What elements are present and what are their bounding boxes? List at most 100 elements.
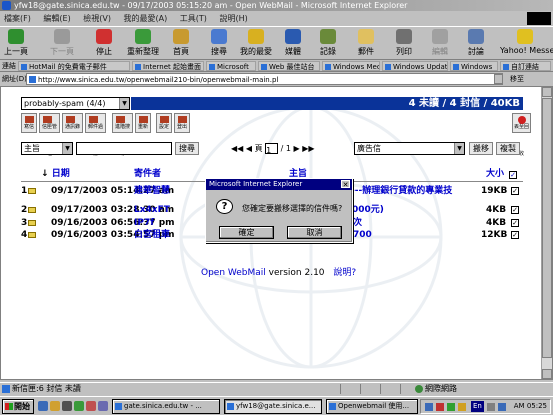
scroll-up-icon[interactable] (542, 87, 552, 97)
sender-column-header[interactable]: 寄件者 (134, 168, 161, 180)
menu-view[interactable]: 檢視(V) (83, 14, 111, 23)
yahoo-messenger-button[interactable]: Yahoo! Messenger (500, 29, 553, 59)
task-yfw18[interactable]: yfw18@gate.sinica.e... (224, 399, 322, 414)
go-button[interactable]: 移至 (510, 73, 524, 85)
move-button[interactable]: 搬移 (469, 142, 493, 155)
link-best-sites[interactable]: Web 最佳站台 (258, 61, 320, 71)
quicklaunch-desktop-icon[interactable] (62, 401, 72, 411)
stop-button[interactable]: 停止 (96, 29, 112, 59)
chevron-down-icon: ▼ (119, 98, 129, 109)
link-hotmail[interactable]: HotMail 的免費電子郵件 (18, 61, 130, 71)
address-input[interactable]: http://www.sinica.edu.tw/openwebmail210-… (26, 73, 503, 85)
forward-button[interactable]: 下一頁 (50, 29, 74, 59)
address-dropdown-button[interactable] (494, 74, 503, 84)
status-bar: 新信匣:6 封信 未讀 網際網路 (0, 382, 553, 394)
back-button[interactable]: 上一頁 (4, 29, 28, 59)
menu-help[interactable]: 說明(H) (219, 14, 247, 23)
first-page-icon[interactable]: ◀◀ (231, 144, 243, 153)
tray-icon[interactable] (458, 403, 466, 411)
mail-button[interactable]: 郵件 (358, 29, 374, 59)
favorites-button[interactable]: 我的最愛 (240, 29, 272, 59)
trash-button[interactable]: 丟至回收 (512, 113, 531, 157)
discuss-button[interactable]: 討論 (468, 29, 484, 59)
addressbook-button[interactable]: 通訊錄 (62, 113, 83, 133)
row-checkbox[interactable]: ✓ (511, 206, 519, 214)
link-ie-start[interactable]: Internet 起始畫面 (132, 61, 204, 71)
scroll-down-icon[interactable] (542, 369, 552, 379)
envelope-icon (28, 220, 36, 226)
language-indicator[interactable]: En (471, 401, 484, 412)
ok-button[interactable]: 確定 (219, 226, 274, 239)
menu-file[interactable]: 檔案(F) (4, 14, 31, 23)
search-button[interactable]: 搜尋 (211, 29, 227, 59)
link-microsoft[interactable]: Microsoft (206, 61, 256, 71)
history-button[interactable]: 記錄 (320, 29, 336, 59)
refresh-mail-button[interactable]: 重新 (135, 113, 151, 133)
folder-select[interactable]: probably-spam (4/4) ▼ (21, 97, 130, 110)
quicklaunch-ie-icon[interactable] (38, 401, 48, 411)
start-button[interactable]: 開始 (2, 399, 34, 414)
media-button[interactable]: 媒體 (285, 29, 301, 59)
tray-icon[interactable] (498, 403, 506, 411)
vertical-scrollbar[interactable] (541, 87, 552, 379)
row-checkbox[interactable]: ✓ (511, 187, 519, 195)
move-target-select[interactable]: 廣告信 ▼ (354, 142, 465, 155)
menu-favorites[interactable]: 我的最愛(A) (124, 14, 168, 23)
folder-manage-button[interactable]: 信匣管理 (39, 113, 60, 157)
filter-button[interactable]: 郵件過濾 (85, 113, 106, 157)
page-input[interactable]: 1 (265, 143, 279, 155)
date-column-header[interactable]: ↓ 日期 (41, 168, 70, 180)
row-checkbox[interactable]: ✓ (511, 231, 519, 239)
home-icon (173, 29, 189, 44)
cancel-button[interactable]: 取消 (287, 226, 342, 239)
system-tray: En AM 05:25 (420, 399, 551, 414)
links-label: 連結 (2, 62, 16, 70)
tray-icon[interactable] (447, 403, 455, 411)
menu-edit[interactable]: 編輯(E) (43, 14, 70, 23)
tray-icon[interactable] (436, 403, 444, 411)
openwebmail-link[interactable]: Open WebMail (201, 268, 266, 278)
row-checkbox[interactable]: ✓ (511, 219, 519, 227)
search-field-select[interactable]: 主旨 ▼ (21, 142, 73, 155)
menu-tools[interactable]: 工具(T) (180, 14, 207, 23)
print-button[interactable]: 列印 (396, 29, 412, 59)
copy-button[interactable]: 複製 (496, 142, 520, 155)
quicklaunch-app-icon[interactable] (86, 401, 96, 411)
size-column-header[interactable]: 大小 (486, 168, 504, 180)
select-all-checkbox[interactable]: ✓ (509, 169, 517, 181)
address-bar: 網址(D) http://www.sinica.edu.tw/openwebma… (0, 73, 553, 85)
last-page-icon[interactable]: ▶▶ (302, 144, 314, 153)
help-link[interactable]: 說明? (333, 268, 356, 278)
link-windows-update[interactable]: Windows Update (382, 61, 448, 71)
prev-page-icon[interactable]: ◀ (246, 144, 252, 153)
taskbar: 開始 gate.sinica.edu.tw - ... yfw18@gate.s… (0, 396, 553, 415)
dialog-message: 您確定要搬移選擇的信件嗎? (242, 204, 343, 213)
quicklaunch-app2-icon[interactable] (98, 401, 108, 411)
quicklaunch-outlook-icon[interactable] (50, 401, 60, 411)
close-icon[interactable]: ✕ (341, 180, 350, 189)
scroll-thumb[interactable] (542, 98, 552, 358)
next-page-icon[interactable]: ▶ (294, 144, 300, 153)
link-windows[interactable]: Windows (450, 61, 498, 71)
settings-button[interactable]: 設定 (156, 113, 172, 133)
clock: AM 05:25 (513, 402, 547, 410)
edit-button[interactable]: 編輯 (432, 29, 448, 59)
stop-icon (96, 29, 112, 44)
search-submit-button[interactable]: 搜尋 (175, 142, 199, 155)
quicklaunch-media-icon[interactable] (74, 401, 84, 411)
link-custom[interactable]: 自訂連結 (500, 61, 551, 71)
advanced-search-button[interactable]: 進階搜尋 (112, 113, 133, 157)
refresh-button[interactable]: 重新整理 (127, 29, 159, 59)
search-input[interactable] (76, 142, 172, 155)
globe-icon (415, 384, 423, 393)
task-openwebmail[interactable]: Openwebmail 使用... (326, 399, 418, 414)
task-gate[interactable]: gate.sinica.edu.tw - ... (112, 399, 220, 414)
logout-button[interactable]: 登出 (174, 113, 190, 133)
chevron-down-icon: ▼ (454, 143, 464, 154)
tray-icon[interactable] (425, 403, 433, 411)
compose-button[interactable]: 寫信 (21, 113, 37, 133)
dialog-title: Microsoft Internet Explorer (206, 179, 352, 190)
link-windows-media[interactable]: Windows Media (322, 61, 380, 71)
home-button[interactable]: 首頁 (173, 29, 189, 59)
tray-icon[interactable] (487, 403, 495, 411)
